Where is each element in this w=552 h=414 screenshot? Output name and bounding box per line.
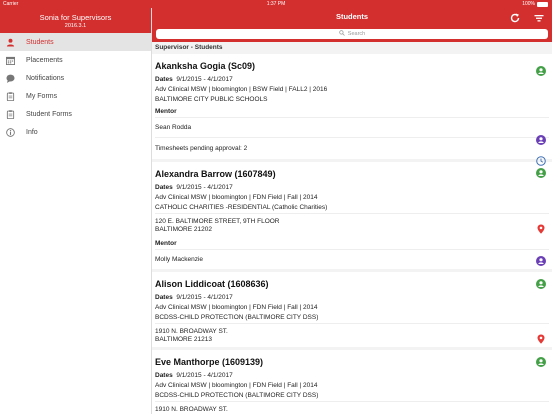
dates-label: Dates [155,76,173,83]
sidebar-item-label: Student Forms [26,110,72,118]
sidebar-header: Sonia for Supervisors 2016.3.1 [0,8,151,33]
agency-address[interactable]: 1910 N. BROADWAY ST. BALTIMORE 21213 [155,323,549,347]
person-icon [5,37,15,47]
address-line-2: BALTIMORE 21202 [155,226,212,233]
dates-label: Dates [155,184,173,191]
student-name: Alison Liddicoat (1608636) [155,279,269,289]
agency-name: BCDSS-CHILD PROTECTION (BALTIMORE CITY D… [155,314,319,321]
dates-value: 9/1/2015 - 4/1/2017 [176,184,233,191]
dates-row: Dates 9/1/2015 - 4/1/2017 [155,183,549,193]
dates-value: 9/1/2015 - 4/1/2017 [176,76,233,83]
sidebar-item-label: Info [26,128,38,136]
calendar-icon [5,55,15,65]
dates-value: 9/1/2015 - 4/1/2017 [176,372,233,379]
program-info: Adv Clinical MSW | bloomington | FDN Fie… [155,304,318,311]
map-pin-icon[interactable] [536,221,546,234]
sidebar-item-notifications[interactable]: Notifications [0,69,151,87]
address-line-1: 1910 N. BROADWAY ST. [155,328,228,335]
sidebar: Sonia for Supervisors 2016.3.1 Students … [0,8,152,414]
program-info: Adv Clinical MSW | bloomington | FDN Fie… [155,382,318,389]
mentor-person-icon[interactable] [536,132,546,145]
dates-label: Dates [155,294,173,301]
dates-value: 9/1/2015 - 4/1/2017 [176,294,233,301]
address-line-1: 1910 N. BROADWAY ST. [155,406,228,413]
mentor-label: Mentor [155,240,177,247]
search-input[interactable]: Search [156,29,548,39]
program-info: Adv Clinical MSW | bloomington | FDN Fie… [155,194,318,201]
address-line-2: BALTIMORE 21213 [155,336,212,343]
sidebar-item-placements[interactable]: Placements [0,51,151,69]
student-person-icon[interactable] [536,63,546,76]
sidebar-item-my-forms[interactable]: My Forms [0,87,151,105]
student-name: Eve Manthorpe (1609139) [155,357,264,367]
clipboard-icon [5,109,15,119]
student-person-icon[interactable] [536,165,546,178]
status-bar: Carrier 1:37 PM 100% [0,0,552,8]
battery-indicator: 100% [522,1,548,7]
sidebar-item-info[interactable]: Info [0,123,151,141]
app-title: Sonia for Supervisors [39,13,112,22]
search-placeholder: Search [347,31,366,37]
page-title: Students [335,12,369,21]
agency-name: BALTIMORE CITY PUBLIC SCHOOLS [155,96,268,103]
student-card[interactable]: Akanksha Gogia (Sc09) Dates 9/1/2015 - 4… [152,54,552,166]
mentor-label: Mentor [155,108,177,115]
agency-address[interactable]: 120 E. BALTIMORE STREET, 9TH FLOOR BALTI… [155,213,549,237]
student-name: Alexandra Barrow (1607849) [155,169,276,179]
sidebar-item-label: Students [26,38,54,46]
student-person-icon[interactable] [536,354,546,367]
sidebar-item-label: Notifications [26,74,65,82]
sidebar-item-label: Placements [26,56,63,64]
chat-bubble-icon [5,73,15,83]
mentor-name[interactable]: Sean Rodda [155,117,549,137]
battery-icon [537,1,548,7]
dates-row: Dates 9/1/2015 - 4/1/2017 [155,75,549,85]
dates-row: Dates 9/1/2015 - 4/1/2017 [155,371,549,381]
search-icon [339,30,345,38]
sidebar-item-student-forms[interactable]: Student Forms [0,105,151,123]
map-pin-icon[interactable] [536,331,546,344]
search-bar-container: Search [152,27,552,42]
filter-icon[interactable] [533,11,545,23]
top-bar: Students [152,8,552,27]
clipboard-icon [5,91,15,101]
mentor-name[interactable]: Molly Mackenzie [155,249,549,269]
clock-time: 1:37 PM [266,1,286,7]
dates-label: Dates [155,372,173,379]
section-header: Supervisor - Students [152,42,552,54]
sidebar-item-label: My Forms [26,92,58,100]
student-card[interactable]: Eve Manthorpe (1609139) Dates 9/1/2015 -… [152,350,552,414]
student-name: Akanksha Gogia (Sc09) [155,61,256,71]
mentor-person-icon[interactable] [536,253,546,266]
student-card[interactable]: Alexandra Barrow (1607849) Dates 9/1/201… [152,162,552,269]
refresh-icon[interactable] [509,11,521,23]
main-panel: Students Search Supervisor - Students Ak… [152,8,552,414]
timesheets-pending[interactable]: Timesheets pending approval: 2 [155,137,549,159]
info-icon [5,127,15,137]
dates-row: Dates 9/1/2015 - 4/1/2017 [155,293,549,303]
student-card[interactable]: Alison Liddicoat (1608636) Dates 9/1/201… [152,272,552,347]
program-info: Adv Clinical MSW | bloomington | BSW Fie… [155,86,328,93]
sidebar-item-students[interactable]: Students [0,33,151,51]
agency-address[interactable]: 1910 N. BROADWAY ST. [155,401,549,414]
app-version: 2016.3.1 [64,23,87,29]
student-person-icon[interactable] [536,276,546,289]
agency-name: BCDSS-CHILD PROTECTION (BALTIMORE CITY D… [155,392,319,399]
address-line-1: 120 E. BALTIMORE STREET, 9TH FLOOR [155,218,280,225]
battery-percent: 100% [522,1,535,7]
agency-name: CATHOLIC CHARITIES -RESIDENTIAL (Catholi… [155,204,328,211]
